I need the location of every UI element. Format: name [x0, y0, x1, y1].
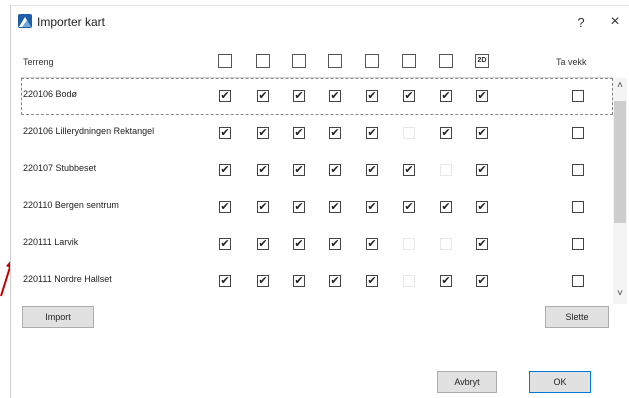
layer-checkbox[interactable]: ✔: [403, 201, 415, 213]
map-name: 220106 Lillerydningen Rektangel: [23, 126, 155, 136]
dialog-title: Importer kart: [37, 15, 106, 29]
layer-checkbox[interactable]: ✔: [366, 238, 378, 250]
layer-checkbox[interactable]: ✔: [293, 275, 305, 287]
layer-checkbox[interactable]: ✔: [476, 238, 488, 250]
layer-checkbox[interactable]: ✔: [219, 275, 231, 287]
layer-checkbox[interactable]: ✔: [366, 201, 378, 213]
remove-column-header: Ta vekk: [556, 57, 587, 67]
layer-checkbox[interactable]: ✔: [440, 90, 452, 102]
layer-checkbox[interactable]: ✔: [257, 238, 269, 250]
map-name: 220107 Stubbeset: [23, 163, 97, 173]
import-button[interactable]: Import: [22, 306, 94, 328]
layer-checkbox[interactable]: ✔: [293, 238, 305, 250]
table-row[interactable]: 220111 Nordre Hallset ✔ ✔ ✔ ✔ ✔ ✔ ✔: [21, 263, 613, 300]
table-row[interactable]: 220107 Stubbeset ✔ ✔ ✔ ✔ ✔ ✔ ✔: [21, 152, 613, 189]
building-icon: [256, 54, 270, 68]
layer-checkbox[interactable]: ✔: [219, 201, 231, 213]
layer-checkbox[interactable]: ✔: [293, 201, 305, 213]
layer-checkbox[interactable]: ✔: [476, 164, 488, 176]
scroll-up-icon[interactable]: ˄: [613, 80, 627, 92]
scrollbar-thumb[interactable]: [614, 101, 626, 223]
layer-checkbox[interactable]: ✔: [329, 127, 341, 139]
layer-checkbox[interactable]: ✔: [257, 90, 269, 102]
2d-icon: 2D: [475, 54, 489, 68]
layer-checkbox[interactable]: [403, 275, 415, 287]
layer-checkbox[interactable]: [440, 164, 452, 176]
title-bar: Importer kart ? ×: [11, 6, 629, 38]
layer-checkbox[interactable]: ✔: [257, 201, 269, 213]
remove-checkbox[interactable]: [572, 90, 584, 102]
layer-checkbox[interactable]: ✔: [476, 201, 488, 213]
table-row[interactable]: 220106 Bodø ✔ ✔ ✔ ✔ ✔ ✔ ✔ ✔: [21, 78, 613, 115]
delete-button[interactable]: Slette: [545, 306, 609, 328]
layer-checkbox[interactable]: ✔: [366, 90, 378, 102]
terrain-column-header: Terreng: [23, 57, 54, 67]
remove-checkbox[interactable]: [572, 127, 584, 139]
layer-checkbox[interactable]: ✔: [329, 275, 341, 287]
layer-checkbox[interactable]: ✔: [219, 238, 231, 250]
map-name: 220111 Larvik: [23, 237, 79, 247]
scroll-down-icon[interactable]: ˅: [613, 288, 627, 300]
layer-checkbox[interactable]: ✔: [293, 90, 305, 102]
layer-checkbox[interactable]: ✔: [219, 164, 231, 176]
layer-checkbox[interactable]: ✔: [440, 201, 452, 213]
road-icon: [292, 54, 306, 68]
layer-checkbox[interactable]: ✔: [476, 127, 488, 139]
ok-button[interactable]: OK: [529, 371, 591, 393]
layer-checkbox[interactable]: [440, 238, 452, 250]
map-name: 220106 Bodø: [23, 89, 78, 99]
help-button[interactable]: ?: [571, 13, 591, 33]
map-name: 220111 Nordre Hallset: [23, 274, 112, 284]
cancel-button[interactable]: Avbryt: [437, 371, 497, 393]
layer-checkbox[interactable]: ✔: [440, 275, 452, 287]
layer-checkbox[interactable]: ✔: [293, 127, 305, 139]
layer-checkbox[interactable]: ✔: [440, 127, 452, 139]
layer-checkbox[interactable]: [403, 238, 415, 250]
import-map-dialog: Importer kart ? × Terreng 2D Ta vekk 220…: [10, 5, 629, 398]
water-icon: [402, 54, 416, 68]
remove-checkbox[interactable]: [572, 201, 584, 213]
layer-checkbox[interactable]: ✔: [366, 127, 378, 139]
layer-checkbox[interactable]: ✔: [257, 275, 269, 287]
remove-checkbox[interactable]: [572, 275, 584, 287]
layer-checkbox[interactable]: ✔: [329, 90, 341, 102]
layer-checkbox[interactable]: ✔: [257, 127, 269, 139]
table-row[interactable]: 220111 Larvik ✔ ✔ ✔ ✔ ✔ ✔: [21, 226, 613, 263]
map-name: 220110 Bergen sentrum: [23, 200, 119, 210]
layer-checkbox[interactable]: ✔: [366, 275, 378, 287]
app-icon: [18, 14, 32, 28]
layer-checkbox[interactable]: ✔: [366, 164, 378, 176]
layer-checkbox[interactable]: ✔: [476, 90, 488, 102]
layer-checkbox[interactable]: ✔: [476, 275, 488, 287]
vegetation-icon: [365, 54, 379, 68]
layer-checkbox[interactable]: ✔: [403, 164, 415, 176]
layer-checkbox[interactable]: ✔: [219, 90, 231, 102]
layer-checkbox[interactable]: ✔: [329, 164, 341, 176]
layer-checkbox[interactable]: ✔: [219, 127, 231, 139]
remove-checkbox[interactable]: [572, 238, 584, 250]
table-row[interactable]: 220110 Bergen sentrum ✔ ✔ ✔ ✔ ✔ ✔ ✔ ✔: [21, 189, 613, 226]
remove-checkbox[interactable]: [572, 164, 584, 176]
layer-checkbox[interactable]: ✔: [403, 90, 415, 102]
layer-checkbox[interactable]: [403, 127, 415, 139]
area-icon: [328, 54, 342, 68]
table-row[interactable]: 220106 Lillerydningen Rektangel ✔ ✔ ✔ ✔ ✔ ✔ ✔: [21, 115, 613, 152]
layer-checkbox[interactable]: ✔: [293, 164, 305, 176]
close-button[interactable]: ×: [605, 12, 625, 32]
layer-checkbox[interactable]: ✔: [329, 238, 341, 250]
landmark-icon: [439, 54, 453, 68]
terrain-icon: [218, 54, 232, 68]
map-list: 220106 Bodø ✔ ✔ ✔ ✔ ✔ ✔ ✔ ✔ 220106 Lillerydningen…: [21, 78, 613, 304]
layer-checkbox[interactable]: ✔: [329, 201, 341, 213]
layer-checkbox[interactable]: ✔: [257, 164, 269, 176]
